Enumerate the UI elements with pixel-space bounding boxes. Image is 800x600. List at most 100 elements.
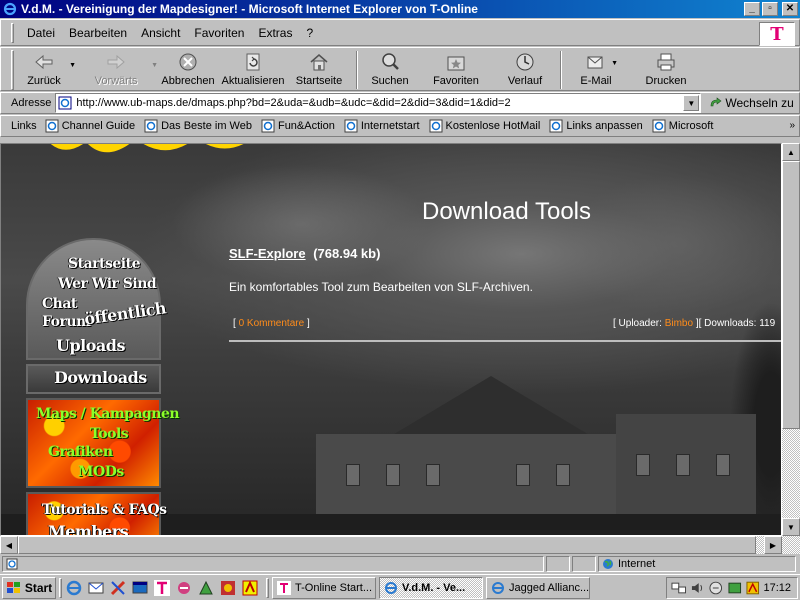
nav-startseite[interactable]: Startseite [68,256,140,272]
network-icon[interactable] [671,580,687,596]
clock[interactable]: 17:12 [764,582,792,594]
nav-maps-kampagnen[interactable]: Maps / Kampagnen [36,406,180,422]
nav-tutorials-faqs[interactable]: Tutorials & FAQs [42,502,167,518]
app-quicklaunch-icon[interactable] [219,579,237,597]
tray-app-icon[interactable] [708,580,724,596]
standard-toolbar: Zurück ▼ Vorwärts ▼ Abbrechen Aktualisie… [0,47,800,91]
scroll-left-arrow-icon[interactable]: ◀ [0,536,18,554]
ie-icon [385,581,397,594]
address-input[interactable]: http://www.ub-maps.de/dmaps.php?bd=2&uda… [55,93,702,113]
link-das-beste-im-web[interactable]: Das Beste im Web [144,119,252,133]
minimize-button[interactable]: _ [744,2,760,16]
system-tray: 17:12 [666,577,798,599]
menu-datei[interactable]: Datei [20,24,62,42]
toolbar-separator [560,51,562,89]
task-vdm-browser[interactable]: V.d.M. - Ve... [379,576,483,599]
task-t-online-start[interactable]: T-Online Start... [272,576,376,599]
menu-bearbeiten[interactable]: Bearbeiten [62,24,134,42]
uploader-link[interactable]: Bimbo [665,318,693,329]
status-bar: Internet [0,555,800,573]
taskbar-grip[interactable] [59,577,62,598]
links-more-chevron-icon[interactable]: » [789,120,795,131]
nav-members[interactable]: Members [48,522,129,535]
task-jagged-alliance[interactable]: Jagged Allianc... [486,576,590,599]
link-internetstart[interactable]: Internetstart [344,119,420,133]
links-bar: Links Channel Guide Das Beste im Web Fun… [0,115,800,137]
menu-favoriten[interactable]: Favoriten [187,24,251,42]
nav-chat[interactable]: Chat [42,296,77,312]
taskbar: Start T-Online Start... V.d.M. - Ve... J… [0,574,800,600]
close-button[interactable]: ✕ [782,2,798,16]
nav-grafiken[interactable]: Grafiken [48,444,113,460]
start-button[interactable]: Start [2,576,56,599]
house-window [346,464,360,486]
desktop-quicklaunch-icon[interactable] [131,579,149,597]
nav-uploads[interactable]: Uploads [56,336,125,355]
history-icon [516,53,534,71]
scroll-up-arrow-icon[interactable]: ▲ [782,143,800,161]
vertical-scroll-thumb[interactable] [782,161,800,429]
address-dropdown-icon[interactable]: ▼ [683,95,700,111]
ie-quicklaunch-icon[interactable] [65,579,83,597]
mail-dropdown-arrow-icon[interactable]: ▼ [611,60,618,67]
game-quicklaunch-icon[interactable] [197,579,215,597]
download-comments: [ 0 Kommentare ] [233,318,310,329]
horizontal-scrollbar[interactable]: ◀ ▶ [0,536,800,554]
acrobat-quicklaunch-icon[interactable] [241,579,259,597]
nav-tools[interactable]: Tools [90,426,129,442]
volume-icon[interactable] [690,580,706,596]
house-window [386,464,400,486]
go-button[interactable]: Wechseln zu [709,96,794,110]
vertical-scrollbar[interactable]: ▲ ▼ [782,143,800,536]
print-button[interactable]: Drucken [638,48,694,90]
link-page-icon [344,119,358,133]
tray-app-icon[interactable] [727,580,743,596]
menu-help[interactable]: ? [299,24,320,42]
printer-icon [657,53,675,71]
mail-button[interactable]: E-Mail ▼ [568,48,624,90]
link-links-anpassen[interactable]: Links anpassen [549,119,643,133]
home-button[interactable]: Startseite [288,48,350,90]
toolbar-grip[interactable] [11,50,14,90]
menu-bar: Datei Bearbeiten Ansicht Favoriten Extra… [0,19,800,46]
menu-ansicht[interactable]: Ansicht [134,24,187,42]
history-button[interactable]: Verlauf [496,48,554,90]
link-microsoft[interactable]: Microsoft [652,119,713,133]
tray-app-icon[interactable] [745,580,761,596]
title-bar[interactable]: V.d.M. - Vereinigung der Mapdesigner! - … [0,0,800,18]
menubar-grip[interactable] [11,22,14,43]
nav-mods[interactable]: MODs [78,464,124,480]
link-page-icon [652,119,666,133]
menu-extras[interactable]: Extras [251,24,299,42]
back-button[interactable]: Zurück ▼ [20,48,76,90]
comments-link[interactable]: 0 Kommentare [239,318,305,329]
stop-button[interactable]: Abbrechen [158,48,218,90]
favorites-button[interactable]: Favoriten [424,48,488,90]
link-fun-action[interactable]: Fun&Action [261,119,335,133]
search-button[interactable]: Suchen [364,48,416,90]
back-arrow-icon [35,54,53,70]
taskbar-grip[interactable] [266,577,269,598]
app-quicklaunch-icon[interactable] [175,579,193,597]
search-icon [382,53,399,70]
forward-button[interactable]: Vorwärts ▼ [82,48,158,90]
download-link[interactable]: SLF-Explore [229,246,306,261]
go-arrow-icon [711,97,722,107]
nav-downloads[interactable]: Downloads [54,368,147,387]
back-dropdown-arrow-icon[interactable]: ▼ [69,62,76,69]
t-online-quicklaunch-icon[interactable] [153,579,171,597]
channels-quicklaunch-icon[interactable] [109,579,127,597]
horizontal-scroll-thumb[interactable] [18,536,756,554]
house-window [636,454,650,476]
favorites-icon [447,56,465,71]
link-channel-guide[interactable]: Channel Guide [45,119,135,133]
forward-dropdown-arrow-icon[interactable]: ▼ [151,62,158,69]
link-kostenlose-hotmail[interactable]: Kostenlose HotMail [429,119,540,133]
maximize-button[interactable]: ▫ [762,2,778,16]
outlook-quicklaunch-icon[interactable] [87,579,105,597]
refresh-button[interactable]: Aktualisieren [218,48,288,90]
nav-wer-wir-sind[interactable]: Wer Wir Sind [58,276,157,292]
status-text-pane [2,556,544,572]
scroll-right-arrow-icon[interactable]: ▶ [764,536,782,554]
scroll-down-arrow-icon[interactable]: ▼ [782,518,800,536]
